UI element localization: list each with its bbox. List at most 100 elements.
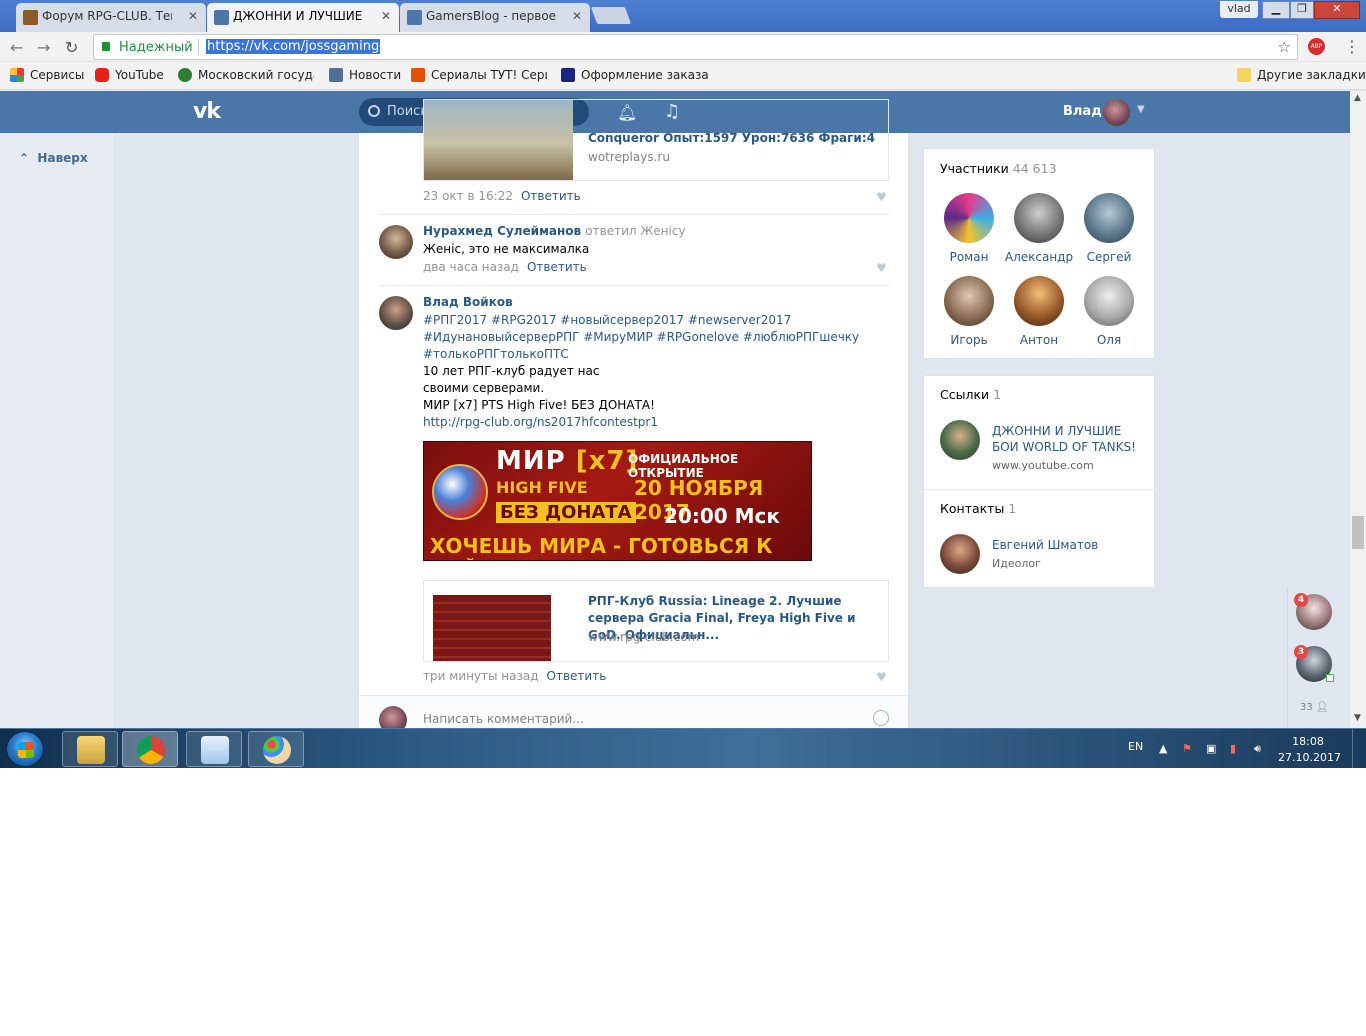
start-button[interactable] — [6, 731, 44, 767]
member-sergey[interactable]: Сергей — [1074, 193, 1144, 264]
vk-user-avatar[interactable] — [1103, 99, 1130, 126]
comment-compose[interactable]: Написать комментарий... — [359, 695, 908, 734]
browser-toolbar: ← → ↻ Надежный https://vk.com/jossgaming… — [0, 32, 1366, 62]
reply-link[interactable]: Ответить — [547, 669, 607, 683]
link-url: www.youtube.com — [992, 459, 1094, 472]
scroll-thumb[interactable] — [1352, 516, 1364, 549]
close-tab-icon[interactable]: ✕ — [572, 9, 582, 23]
comment-avatar[interactable] — [379, 296, 413, 330]
member-alexander[interactable]: Александр — [1004, 193, 1074, 264]
comment-input-placeholder[interactable]: Написать комментарий... — [423, 712, 584, 726]
bookmark-star-icon[interactable]: ☆ — [1278, 38, 1291, 56]
member-roman[interactable]: Роман — [934, 193, 1004, 264]
bookmark-youtube[interactable]: YouTube — [95, 68, 164, 82]
comment-avatar[interactable] — [379, 225, 413, 259]
bookmark-news[interactable]: Новости — [329, 68, 401, 82]
taskbar-notepad[interactable] — [186, 731, 242, 767]
comment-author[interactable]: Нурахмед Сулейманов ответил Женісу — [423, 224, 686, 238]
menu-dots-icon[interactable]: ⋮ — [1344, 37, 1360, 56]
emoji-icon[interactable] — [873, 710, 889, 726]
link-title[interactable]: ДЖОННИ И ЛУЧШИЕ БОИ WORLD OF TANKS! — [992, 423, 1142, 455]
member-anton[interactable]: Антон — [1004, 276, 1074, 347]
scroll-up-icon[interactable]: ▲ — [1354, 93, 1361, 103]
tray-expand-icon[interactable]: ▲ — [1159, 742, 1167, 755]
search-icon — [368, 105, 380, 117]
bookmark-other[interactable]: Другие закладки — [1237, 68, 1366, 82]
link-card-wotreplays[interactable]: Conqueror Опыт:1597 Урон:7636 Фраги:4 wo… — [423, 99, 889, 181]
minimize-button[interactable]: ▁ — [1262, 1, 1290, 19]
reply-link[interactable]: Ответить — [521, 189, 581, 203]
tab-rpg-forum[interactable]: Форум RPG-CLUB. Тема ✕ — [16, 3, 206, 32]
taskbar-paint[interactable] — [248, 731, 304, 767]
new-tab-button[interactable] — [590, 7, 632, 24]
volume-icon[interactable]: 🔊︎ — [1254, 742, 1261, 756]
bookmark-label: Сериалы ТУТ! Сериа — [431, 68, 547, 82]
maximize-button[interactable]: ❐ — [1290, 1, 1314, 19]
chat-online-count[interactable]: 33 👤︎ — [1300, 702, 1329, 713]
url-text[interactable]: https://vk.com/jossgaming — [206, 39, 381, 54]
bookmark-label: Оформление заказа — [581, 68, 709, 82]
comment-time: два часа назад — [423, 260, 519, 274]
author-name[interactable]: Нурахмед Сулейманов — [423, 224, 581, 238]
link-card-domain: www.rpg-club.com — [588, 630, 700, 644]
close-tab-icon[interactable]: ✕ — [381, 9, 391, 23]
banner-text: БЕЗ ДОНАТА — [496, 502, 636, 523]
online-indicator-icon — [1326, 674, 1334, 682]
close-tab-icon[interactable]: ✕ — [188, 9, 198, 23]
contacts-label: Контакты — [940, 501, 1005, 516]
bookmark-order[interactable]: Оформление заказа — [561, 68, 709, 82]
contact-avatar[interactable] — [940, 534, 980, 574]
taskbar-explorer[interactable] — [62, 731, 118, 767]
post-link[interactable]: http://rpg-club.org/ns2017hfcontestpr1 — [423, 415, 658, 429]
youtube-link-avatar[interactable] — [940, 420, 980, 460]
links-title[interactable]: Ссылки 1 — [940, 387, 1001, 402]
like-heart-icon[interactable]: ♥ — [876, 261, 887, 275]
vk-logo-icon[interactable]: vk — [193, 99, 221, 124]
member-name: Оля — [1096, 333, 1122, 347]
member-olya[interactable]: Оля — [1074, 276, 1144, 347]
show-desktop-button[interactable] — [1352, 729, 1366, 768]
contacts-title[interactable]: Контакты 1 — [940, 501, 1016, 516]
like-heart-icon[interactable]: ♥ — [876, 670, 887, 684]
comment-divider — [379, 285, 889, 286]
page-scrollbar[interactable]: ▲ ▼ — [1350, 91, 1366, 728]
back-arrow-icon[interactable]: ← — [10, 38, 23, 57]
bookmark-services[interactable]: Сервисы — [10, 68, 84, 82]
chevron-down-icon[interactable]: ▼ — [1137, 104, 1145, 115]
reply-link[interactable]: Ответить — [527, 260, 587, 274]
back-to-top-label: Наверх — [37, 151, 88, 165]
reload-icon[interactable]: ↻ — [65, 38, 78, 57]
adblock-icon[interactable]: ABP — [1308, 38, 1325, 55]
links-contacts-panel: Ссылки 1 ДЖОННИ И ЛУЧШИЕ БОИ WORLD OF TAN… — [923, 375, 1155, 588]
bookmark-label: YouTube — [115, 68, 164, 82]
promo-banner-image[interactable]: МИР [x7] HIGH FIVE БЕЗ ДОНАТА ОФИЦИАЛЬНО… — [423, 441, 812, 561]
scroll-down-icon[interactable]: ▼ — [1354, 713, 1361, 723]
comment-author[interactable]: Влад Войков — [423, 295, 513, 309]
tab-gamersblog[interactable]: GamersBlog - первое го ✕ — [400, 3, 590, 32]
member-igor[interactable]: Игорь — [934, 276, 1004, 347]
vk-user-name[interactable]: Влад — [1063, 104, 1102, 119]
taskbar-chrome[interactable] — [122, 731, 178, 767]
contact-name[interactable]: Евгений Шматов — [992, 537, 1142, 553]
chat-unread-badge: 4 — [1294, 593, 1308, 607]
language-indicator[interactable]: EN — [1128, 740, 1143, 753]
members-title[interactable]: Участники 44 613 — [940, 161, 1057, 176]
back-to-top-button[interactable]: ⌃ Наверх — [19, 151, 88, 165]
link-card-title[interactable]: Conqueror Опыт:1597 Урон:7636 Фраги:4 — [588, 130, 878, 147]
like-heart-icon[interactable]: ♥ — [876, 190, 887, 204]
member-avatar — [1014, 276, 1064, 326]
system-clock[interactable]: 18:08 27.10.2017 — [1278, 734, 1341, 766]
forward-arrow-icon[interactable]: → — [37, 38, 50, 57]
network-icon[interactable]: ▮ — [1230, 742, 1236, 755]
action-center-icon[interactable]: ⚑ — [1182, 742, 1192, 755]
link-card-rpg-club[interactable]: РПГ-Клуб Russia: Lineage 2. Лучшие серве… — [423, 580, 889, 662]
address-bar[interactable]: Надежный https://vk.com/jossgaming ☆ — [93, 34, 1298, 60]
bookmark-serials[interactable]: Сериалы ТУТ! Сериа — [411, 68, 547, 82]
profile-chip[interactable]: vlad — [1220, 1, 1258, 18]
tab-vk[interactable]: ДЖОННИ И ЛУЧШИЕ БО ✕ — [207, 3, 399, 32]
close-window-button[interactable]: ✕ — [1314, 1, 1360, 19]
member-avatar — [1014, 193, 1064, 243]
device-icon[interactable]: ▣ — [1206, 742, 1216, 755]
bookmark-moscow[interactable]: Московский государ — [178, 68, 314, 82]
hashtags[interactable]: #РПГ2017 #RPG2017 #новыйсервер2017 #news… — [423, 312, 883, 363]
